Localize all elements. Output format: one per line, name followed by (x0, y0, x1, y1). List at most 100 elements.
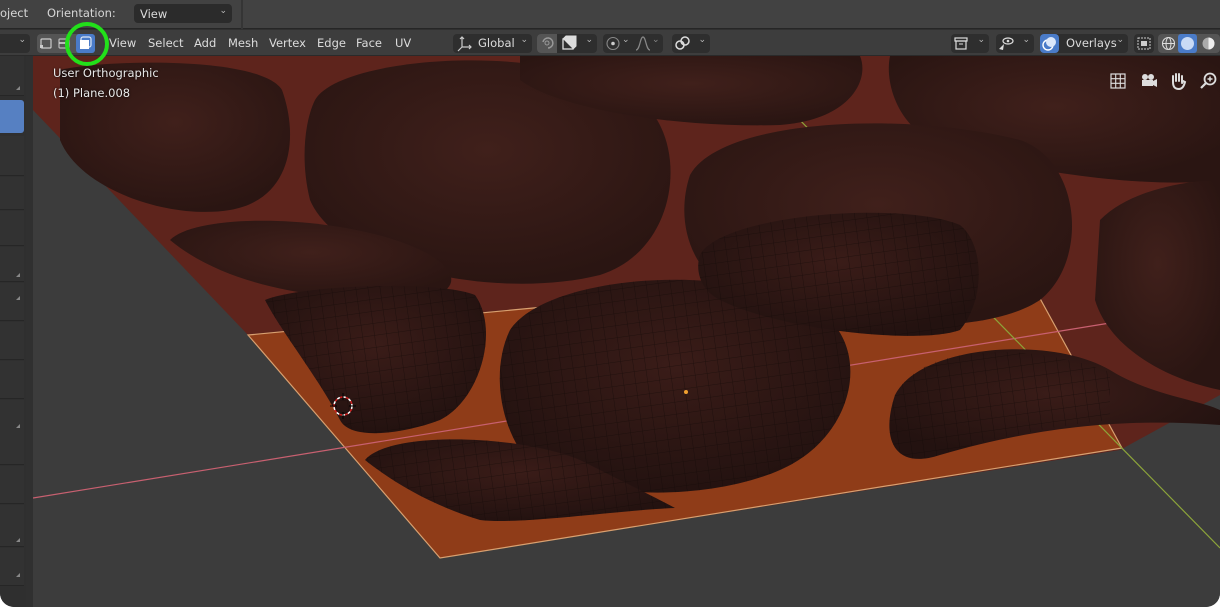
edge-select-button[interactable] (57, 36, 72, 51)
transform-orientation-dropdown[interactable]: Global ⌄ (453, 34, 532, 53)
3d-viewport[interactable]: User Orthographic (1) Plane.008 (33, 56, 1220, 607)
menu-vertex[interactable]: Vertex (269, 36, 306, 50)
zoom-view-button[interactable] (1197, 70, 1219, 92)
overlays-icon (1042, 37, 1056, 51)
toolbar-panel[interactable] (0, 505, 24, 547)
expand-corner-icon[interactable] (16, 273, 20, 277)
chevron-down-icon: ⌄ (520, 35, 528, 45)
toolbar-region (0, 56, 26, 607)
face-select-mode-button[interactable] (76, 34, 95, 53)
overlays-label: Overlays (1066, 36, 1117, 50)
menu-uv[interactable]: UV (395, 36, 411, 50)
menu-select[interactable]: Select (148, 36, 183, 50)
overlays-group: Overlays ⌄ (1040, 34, 1128, 53)
hand-pan-icon (1172, 73, 1187, 91)
visibility-dropdown[interactable]: ⌄ (951, 34, 989, 53)
edge-select-icon (58, 38, 70, 49)
orientation-value: View (140, 7, 168, 21)
chevron-down-icon: ⌄ (698, 35, 706, 45)
pivot-group: ⌄ (537, 34, 597, 53)
tool-settings-bar: oject Orientation: View ⌄ (0, 0, 1220, 29)
chevron-down-icon: ⌄ (1022, 35, 1030, 45)
mode-dropdown[interactable]: ⌄ (0, 34, 30, 53)
toolbar-panel (0, 361, 24, 399)
blender-window: oject Orientation: View ⌄ ⌄ View Select … (0, 0, 1220, 607)
menu-add[interactable]: Add (194, 36, 216, 50)
chevron-down-icon: ⌄ (652, 35, 660, 45)
expand-corner-icon[interactable] (16, 573, 20, 577)
toolbar-panel[interactable] (0, 247, 24, 282)
toolbar-panel (0, 211, 24, 246)
transform-affect-button[interactable] (537, 34, 557, 53)
chevron-down-icon: ⌄ (18, 35, 26, 45)
orientation-label: Orientation: (47, 6, 116, 20)
select-mode-group (37, 34, 95, 53)
solid-sphere-icon (1181, 37, 1194, 50)
snap-link-icon (675, 36, 690, 50)
object-origin (684, 390, 688, 394)
toolbar-panel (0, 136, 24, 176)
toolbar-panel (0, 56, 24, 96)
proportional-group: ⌄ ⌄ (603, 34, 663, 53)
pan-view-button[interactable] (1167, 70, 1189, 92)
proportional-edit-button[interactable]: ⌄ (603, 34, 633, 53)
toolbar-panel (0, 466, 24, 504)
wireframe-shading-button[interactable] (1159, 34, 1178, 53)
toolbar-panel[interactable] (0, 283, 24, 321)
viewport-header: ⌄ View Select Add Mesh Vertex Edge Face … (0, 30, 1220, 56)
material-shading-button[interactable] (1199, 34, 1218, 53)
object-label: oject (0, 6, 29, 20)
pivot-cube-icon (562, 35, 577, 50)
archive-box-icon (954, 37, 968, 50)
object-name: (1) Plane.008 (53, 86, 131, 100)
transform-affect-icon (542, 37, 554, 49)
grid-toggle-button[interactable] (1107, 70, 1129, 92)
grid-icon (1110, 73, 1126, 89)
expand-corner-icon[interactable] (16, 424, 20, 428)
active-tool-button[interactable] (0, 100, 24, 133)
gizmo-dropdown[interactable]: ⌄ (996, 34, 1034, 53)
wireframe-sphere-icon (1161, 36, 1176, 51)
snapping-dropdown[interactable]: ⌄ (672, 34, 710, 53)
expand-corner-icon[interactable] (16, 296, 20, 300)
view-name: User Orthographic (53, 66, 159, 80)
transform-orientation-value: Global (478, 36, 515, 50)
toolbar-panel (0, 322, 24, 360)
orientation-dropdown[interactable]: View ⌄ (134, 4, 232, 23)
toolbar-panel[interactable] (0, 400, 24, 465)
overlays-dropdown[interactable]: Overlays ⌄ (1061, 34, 1128, 53)
xray-toggle[interactable] (1134, 34, 1154, 53)
divider (241, 0, 243, 29)
overlays-toggle[interactable] (1040, 34, 1059, 53)
solid-shading-button[interactable] (1178, 34, 1197, 53)
chevron-down-icon: ⌄ (585, 35, 593, 45)
face-select-icon (80, 36, 92, 49)
toolbar-panel (0, 177, 24, 210)
vertex-select-icon (40, 38, 52, 49)
toolbar-panel[interactable] (0, 548, 24, 586)
proportional-edit-icon (606, 36, 620, 51)
falloff-curve-icon (635, 36, 651, 51)
chevron-down-icon: ⌄ (977, 35, 985, 45)
menu-mesh[interactable]: Mesh (228, 36, 258, 50)
menu-edge[interactable]: Edge (317, 36, 346, 50)
material-sphere-icon (1202, 37, 1215, 50)
vertex-select-button[interactable] (39, 36, 54, 51)
expand-corner-icon[interactable] (16, 538, 20, 542)
camera-icon (1142, 74, 1157, 87)
pivot-point-dropdown[interactable]: ⌄ (559, 34, 597, 53)
chevron-down-icon: ⌄ (622, 35, 630, 45)
zoom-icon (1200, 72, 1217, 89)
xray-icon (1137, 37, 1151, 50)
viewport-scene (33, 56, 1220, 559)
camera-view-button[interactable] (1137, 70, 1159, 92)
menu-view[interactable]: View (109, 36, 136, 50)
shading-group (1158, 34, 1220, 53)
chevron-down-icon: ⌄ (219, 6, 227, 16)
expand-corner-icon[interactable] (16, 86, 20, 90)
proportional-falloff-dropdown[interactable]: ⌄ (634, 34, 663, 53)
menu-face[interactable]: Face (356, 36, 382, 50)
gizmo-eye-icon (999, 37, 1014, 50)
transform-axes-icon (457, 36, 472, 52)
chevron-down-icon: ⌄ (1116, 35, 1124, 45)
